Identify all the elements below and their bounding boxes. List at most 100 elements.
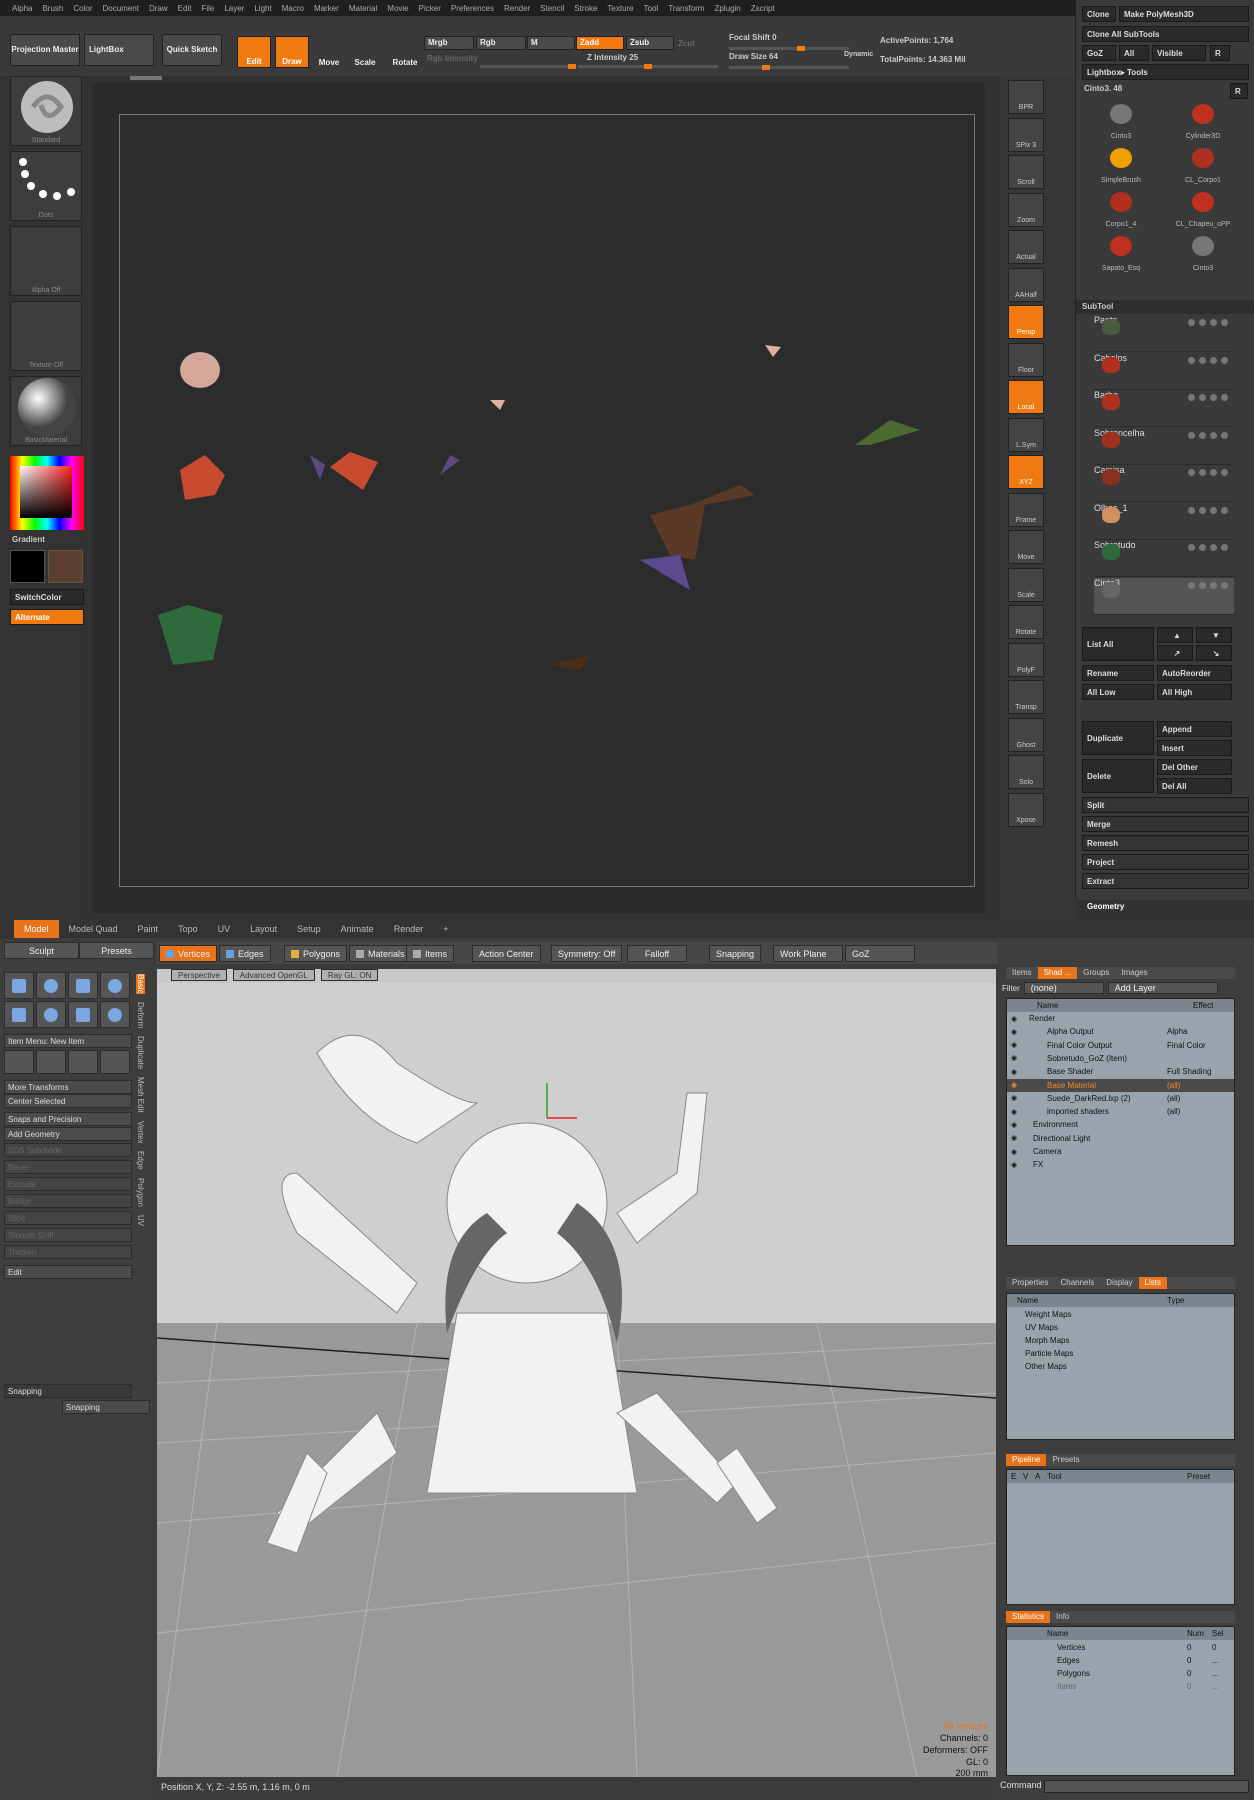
r-button[interactable]: R — [1210, 45, 1230, 61]
z-intensity-label[interactable]: Z Intensity 25 — [587, 53, 638, 62]
shelf-floor[interactable]: Floor — [1008, 342, 1044, 377]
shelf-transp[interactable]: Transp — [1008, 680, 1044, 714]
switch-color-button[interactable]: SwitchColor — [10, 589, 84, 605]
snaps-precision-button[interactable]: Snaps and Precision — [4, 1112, 132, 1126]
tab-info[interactable]: Info — [1050, 1611, 1075, 1623]
lightbox-button[interactable]: LightBox — [84, 34, 154, 66]
menu-brush[interactable]: Brush — [42, 4, 63, 13]
focal-shift-label[interactable]: Focal Shift 0 — [729, 33, 777, 42]
project-button[interactable]: Project — [1082, 854, 1249, 870]
shelf-persp[interactable]: Persp — [1008, 305, 1044, 339]
menu-light[interactable]: Light — [254, 4, 271, 13]
shelf-local[interactable]: Local — [1008, 380, 1044, 414]
all-high-button[interactable]: All High — [1157, 684, 1232, 700]
snapping-toggle[interactable]: Snapping — [709, 945, 762, 962]
bridge-button[interactable]: Bridge — [4, 1194, 132, 1208]
layout-tab-model[interactable]: Model — [14, 920, 59, 938]
menu-color[interactable]: Color — [73, 4, 92, 13]
make-polymesh-button[interactable]: Make PolyMesh3D — [1119, 6, 1249, 22]
transform-icon[interactable] — [100, 1050, 130, 1074]
shader-row[interactable]: ◉ Base Shader Full Shading — [1007, 1065, 1234, 1078]
visibility-toggles[interactable] — [1188, 544, 1228, 551]
draw-size-slider[interactable] — [729, 65, 849, 70]
texture-thumbnail[interactable]: Texture Off — [10, 301, 82, 371]
slice-button[interactable]: Slice — [4, 1211, 132, 1225]
shader-row[interactable]: ◉ Sobretudo_GoZ (Item) — [1007, 1052, 1234, 1065]
vtab-uv[interactable]: UV — [136, 1215, 145, 1226]
eye-icon[interactable]: ◉ — [1011, 1148, 1017, 1156]
eye-icon[interactable]: ◉ — [1011, 1108, 1017, 1116]
subtool-row[interactable]: Pants — [1094, 315, 1234, 352]
scale-button[interactable]: Scale — [350, 36, 380, 68]
tab-channels[interactable]: Channels — [1054, 1277, 1100, 1289]
tab-pipeline[interactable]: Pipeline — [1006, 1454, 1047, 1466]
add-layer-dropdown[interactable]: Add Layer — [1107, 982, 1218, 994]
cube-icon[interactable] — [4, 972, 34, 999]
rotate-icon[interactable] — [36, 1050, 66, 1074]
shelf-frame[interactable]: Frame — [1008, 492, 1044, 527]
stats-row[interactable]: Items 0... — [1007, 1680, 1234, 1693]
subtool-row[interactable]: Barba — [1094, 390, 1234, 427]
opengl-mode-button[interactable]: Advanced OpenGL — [232, 969, 315, 981]
add-geometry-button[interactable]: Add Geometry — [4, 1127, 132, 1141]
shelf-scroll[interactable]: Scroll — [1008, 155, 1044, 189]
shader-row[interactable]: ◉ Alpha Output Alpha — [1007, 1025, 1234, 1038]
projection-master-button[interactable]: Projection Master — [10, 34, 80, 66]
subtool-row[interactable]: Camisa — [1094, 465, 1234, 502]
3d-viewport[interactable]: Perspective Advanced OpenGL Ray GL: ON A… — [157, 969, 996, 1777]
item-menu-dropdown[interactable]: Item Menu: New Item — [4, 1034, 132, 1048]
all-low-button[interactable]: All Low — [1082, 684, 1154, 700]
tool-thumb[interactable]: SimpleBrush — [1082, 144, 1160, 186]
menu-preferences[interactable]: Preferences — [451, 4, 494, 13]
subtool-row[interactable]: Cabelos — [1094, 353, 1234, 390]
subtool-row[interactable]: Cinto3 — [1094, 577, 1234, 615]
shelf-xpose[interactable]: Xpose — [1008, 792, 1044, 827]
list-row[interactable]: Weight Maps — [1007, 1308, 1234, 1321]
subtool-row[interactable]: Sobrancelha — [1094, 428, 1234, 465]
list-row[interactable]: UV Maps — [1007, 1321, 1234, 1334]
shelf-polyf[interactable]: PolyF — [1008, 642, 1044, 677]
zsub-button[interactable]: Zsub — [626, 36, 674, 50]
document-area[interactable] — [119, 114, 975, 887]
eye-icon[interactable]: ◉ — [1011, 1161, 1017, 1169]
shader-row[interactable]: ◉ FX — [1007, 1158, 1234, 1171]
shader-row[interactable]: ◉ Camera — [1007, 1145, 1234, 1158]
list-row[interactable]: Particle Maps — [1007, 1347, 1234, 1360]
duplicate-button[interactable]: Duplicate — [1082, 721, 1154, 755]
subtool-row[interactable]: Olhos_1 — [1094, 503, 1234, 540]
scale-icon[interactable] — [68, 1050, 98, 1074]
cylinder-icon[interactable] — [68, 972, 98, 999]
cone-icon[interactable] — [100, 972, 130, 999]
menu-texture[interactable]: Texture — [607, 4, 633, 13]
menu-stencil[interactable]: Stencil — [540, 4, 564, 13]
shelf-move[interactable]: Move — [1008, 530, 1044, 564]
goz-button[interactable]: GoZ — [1082, 45, 1116, 61]
visibility-toggles[interactable] — [1188, 319, 1228, 326]
clone-all-subtools-button[interactable]: Clone All SubTools — [1082, 26, 1249, 42]
gradient-label[interactable]: Gradient — [12, 535, 45, 544]
tab-groups[interactable]: Groups — [1077, 967, 1115, 979]
falloff-dropdown[interactable]: Falloff — [627, 945, 687, 962]
more-transforms-dropdown[interactable]: More Transforms — [4, 1080, 132, 1094]
goz-toolbar-button[interactable]: GoZ — [845, 945, 915, 962]
layout-tab-paint[interactable]: Paint — [128, 920, 169, 938]
menu-transform[interactable]: Transform — [668, 4, 704, 13]
vtab-deform[interactable]: Deform — [136, 1002, 145, 1028]
rgb-button[interactable]: Rgb — [476, 36, 526, 50]
shelf-spix-3[interactable]: SPix 3 — [1008, 117, 1044, 152]
layout-tab-render[interactable]: Render — [384, 920, 434, 938]
draw-button[interactable]: Draw — [275, 36, 309, 68]
shelf-bpr[interactable]: BPR — [1008, 80, 1044, 114]
subtool-header[interactable]: SubTool — [1076, 300, 1254, 314]
stats-row[interactable]: Vertices 0 0 — [1007, 1641, 1234, 1654]
rename-button[interactable]: Rename — [1082, 665, 1154, 681]
shader-row[interactable]: ◉ imported shaders (all) — [1007, 1105, 1234, 1118]
menu-zplugin[interactable]: Zplugin — [714, 4, 740, 13]
shelf-xyz[interactable]: XYZ — [1008, 455, 1044, 489]
shelf-l-sym[interactable]: L.Sym — [1008, 417, 1044, 452]
remesh-button[interactable]: Remesh — [1082, 835, 1249, 851]
shelf-zoom[interactable]: Zoom — [1008, 192, 1044, 227]
alternate-button[interactable]: Alternate — [10, 609, 84, 625]
sculpt-tab[interactable]: Sculpt — [4, 942, 79, 959]
menu-draw[interactable]: Draw — [149, 4, 168, 13]
